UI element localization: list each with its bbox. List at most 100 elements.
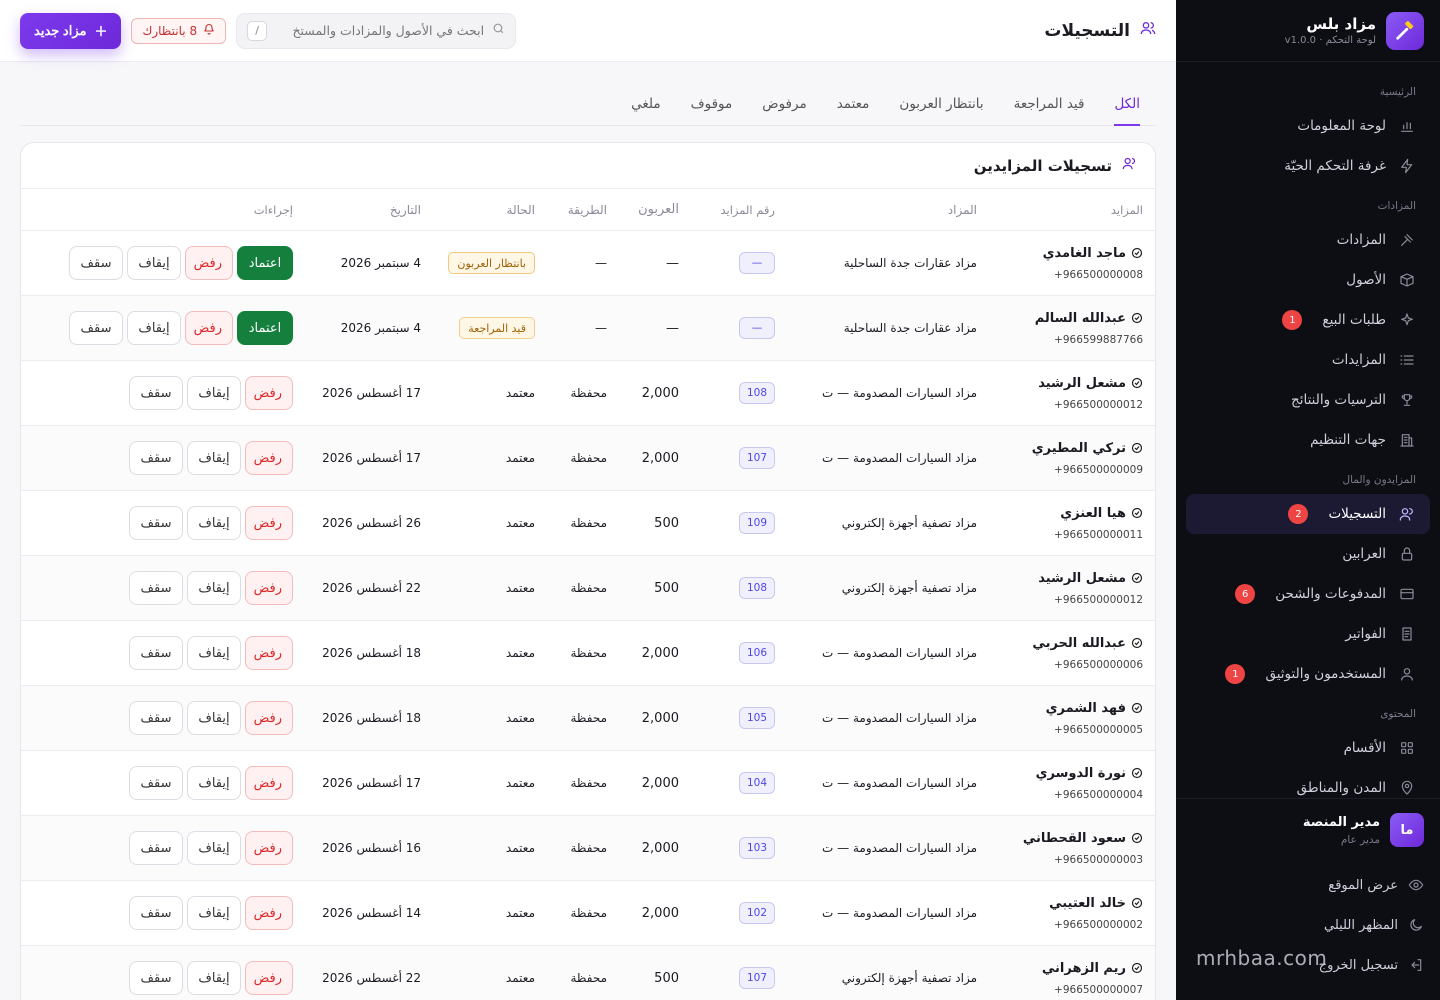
approve-button[interactable]: اعتماد: [237, 311, 293, 345]
reject-button[interactable]: رفض: [245, 831, 293, 865]
cap-button[interactable]: سقف: [129, 961, 183, 995]
table-row[interactable]: مشعل الرشيد +966500000012 مزاد السيارات ال…: [21, 361, 1155, 426]
search-box[interactable]: /: [236, 12, 517, 49]
suspend-button[interactable]: إيقاف: [187, 766, 241, 800]
reject-button[interactable]: رفض: [245, 766, 293, 800]
suspend-button[interactable]: إيقاف: [187, 636, 241, 670]
cap-button[interactable]: سقف: [69, 311, 123, 345]
bidder-name[interactable]: نورة الدوسري: [1036, 766, 1126, 781]
suspend-button[interactable]: إيقاف: [187, 441, 241, 475]
auction-name[interactable]: مزاد السيارات المصدومة — ت: [787, 711, 989, 725]
cap-button[interactable]: سقف: [129, 831, 183, 865]
auction-name[interactable]: مزاد عقارات جدة الساحلية: [787, 321, 989, 335]
bidder-name[interactable]: عبدالله السالم: [1035, 311, 1126, 326]
brand[interactable]: مزاد بلس لوحة التحكم · v1.0.0: [1176, 0, 1440, 62]
sidebar-item[interactable]: الفواتير: [1186, 614, 1430, 654]
cap-button[interactable]: سقف: [129, 571, 183, 605]
suspend-button[interactable]: إيقاف: [187, 831, 241, 865]
admin-profile[interactable]: ما مدير المنصة مدير عام: [1192, 813, 1424, 847]
bidder-name[interactable]: مشعل الرشيد: [1038, 376, 1126, 391]
sidebar-item[interactable]: لوحة المعلومات: [1186, 106, 1430, 146]
sidebar-item[interactable]: المزادات: [1186, 220, 1430, 260]
sidebar-item[interactable]: المدن والمناطق: [1186, 768, 1430, 797]
filter-tab[interactable]: الكل: [1114, 96, 1140, 126]
cap-button[interactable]: سقف: [129, 636, 183, 670]
auction-name[interactable]: مزاد تصفية أجهزة إلكتروني: [787, 516, 989, 530]
auction-name[interactable]: مزاد السيارات المصدومة — ت: [787, 841, 989, 855]
suspend-button[interactable]: إيقاف: [187, 376, 241, 410]
filter-tab[interactable]: مرفوض: [762, 96, 806, 125]
suspend-button[interactable]: إيقاف: [187, 896, 241, 930]
sidebar-item[interactable]: العرابين: [1186, 534, 1430, 574]
bidder-name[interactable]: مشعل الرشيد: [1038, 571, 1126, 586]
filter-tab[interactable]: موقوف: [691, 96, 733, 125]
table-row[interactable]: ريم الزهراني +966500000007 مزاد تصفية أجهز…: [21, 946, 1155, 1000]
reject-button[interactable]: رفض: [245, 636, 293, 670]
suspend-button[interactable]: إيقاف: [187, 961, 241, 995]
filter-tab[interactable]: معتمد: [837, 96, 870, 125]
table-row[interactable]: تركي المطيري +966500000009 مزاد السيارات ا…: [21, 426, 1155, 491]
table-row[interactable]: هيا العنزي +966500000011 مزاد تصفية أجهزة …: [21, 491, 1155, 556]
new-auction-button[interactable]: ＋ مزاد جديد: [20, 12, 122, 49]
suspend-button[interactable]: إيقاف: [127, 246, 181, 280]
sidebar-item[interactable]: الأقسام: [1186, 728, 1430, 768]
table-row[interactable]: عبدالله السالم +966599887766 مزاد عقارات ج…: [21, 296, 1155, 361]
auction-name[interactable]: مزاد السيارات المصدومة — ت: [787, 776, 989, 790]
reject-button[interactable]: رفض: [185, 311, 233, 345]
sidebar-item[interactable]: المدفوعات والشحن 6: [1186, 574, 1430, 614]
table-row[interactable]: خالد العتيبي +966500000002 مزاد السيارات ا…: [21, 881, 1155, 946]
reject-button[interactable]: رفض: [245, 506, 293, 540]
reject-button[interactable]: رفض: [185, 246, 233, 280]
auction-name[interactable]: مزاد عقارات جدة الساحلية: [787, 256, 989, 270]
table-row[interactable]: فهد الشمري +966500000005 مزاد السيارات الم…: [21, 686, 1155, 751]
filter-tab[interactable]: ملغي: [631, 96, 660, 125]
table-row[interactable]: ماجد الغامدي +966500000008 مزاد عقارات جدة…: [21, 231, 1155, 296]
auction-name[interactable]: مزاد السيارات المصدومة — ت: [787, 906, 989, 920]
auction-name[interactable]: مزاد السيارات المصدومة — ت: [787, 451, 989, 465]
approve-button[interactable]: اعتماد: [237, 246, 293, 280]
auction-name[interactable]: مزاد السيارات المصدومة — ت: [787, 646, 989, 660]
auction-name[interactable]: مزاد تصفية أجهزة إلكتروني: [787, 971, 989, 985]
suspend-button[interactable]: إيقاف: [127, 311, 181, 345]
reject-button[interactable]: رفض: [245, 571, 293, 605]
cap-button[interactable]: سقف: [129, 506, 183, 540]
search-input[interactable]: [275, 23, 485, 38]
bidder-name[interactable]: عبدالله الحربي: [1032, 636, 1126, 651]
suspend-button[interactable]: إيقاف: [187, 506, 241, 540]
reject-button[interactable]: رفض: [245, 701, 293, 735]
table-row[interactable]: نورة الدوسري +966500000004 مزاد السيارات ا…: [21, 751, 1155, 816]
bidder-name[interactable]: خالد العتيبي: [1049, 896, 1126, 911]
pending-badge[interactable]: 8 بانتظارك: [131, 17, 227, 44]
sidebar-footer-link[interactable]: المظهر الليلي: [1192, 905, 1424, 945]
filter-tab[interactable]: قيد المراجعة: [1014, 96, 1085, 125]
sidebar-item[interactable]: المستخدمون والتوثيق 1: [1186, 654, 1430, 694]
reject-button[interactable]: رفض: [245, 441, 293, 475]
bidder-name[interactable]: سعود القحطاني: [1023, 831, 1126, 846]
sidebar-item[interactable]: طلبات البيع 1: [1186, 300, 1430, 340]
sidebar-item[interactable]: الأصول: [1186, 260, 1430, 300]
cap-button[interactable]: سقف: [129, 896, 183, 930]
bidder-name[interactable]: فهد الشمري: [1046, 701, 1126, 716]
bidder-name[interactable]: ماجد الغامدي: [1043, 246, 1126, 261]
suspend-button[interactable]: إيقاف: [187, 701, 241, 735]
cap-button[interactable]: سقف: [129, 701, 183, 735]
table-row[interactable]: مشعل الرشيد +966500000012 مزاد تصفية أجهزة…: [21, 556, 1155, 621]
sidebar-item[interactable]: التسجيلات 2: [1186, 494, 1430, 534]
sidebar-footer-link[interactable]: عرض الموقع: [1192, 865, 1424, 905]
table-row[interactable]: سعود القحطاني +966500000003 مزاد السيارات …: [21, 816, 1155, 881]
sidebar-item[interactable]: غرفة التحكم الحيّة: [1186, 146, 1430, 186]
cap-button[interactable]: سقف: [69, 246, 123, 280]
sidebar-item[interactable]: المزايدات: [1186, 340, 1430, 380]
reject-button[interactable]: رفض: [245, 896, 293, 930]
auction-name[interactable]: مزاد تصفية أجهزة إلكتروني: [787, 581, 989, 595]
auction-name[interactable]: مزاد السيارات المصدومة — ت: [787, 386, 989, 400]
reject-button[interactable]: رفض: [245, 376, 293, 410]
cap-button[interactable]: سقف: [129, 441, 183, 475]
bidder-name[interactable]: ريم الزهراني: [1042, 961, 1126, 976]
suspend-button[interactable]: إيقاف: [187, 571, 241, 605]
cap-button[interactable]: سقف: [129, 766, 183, 800]
cap-button[interactable]: سقف: [129, 376, 183, 410]
reject-button[interactable]: رفض: [245, 961, 293, 995]
sidebar-item[interactable]: جهات التنظيم: [1186, 420, 1430, 460]
sidebar-item[interactable]: الترسيات والنتائج: [1186, 380, 1430, 420]
